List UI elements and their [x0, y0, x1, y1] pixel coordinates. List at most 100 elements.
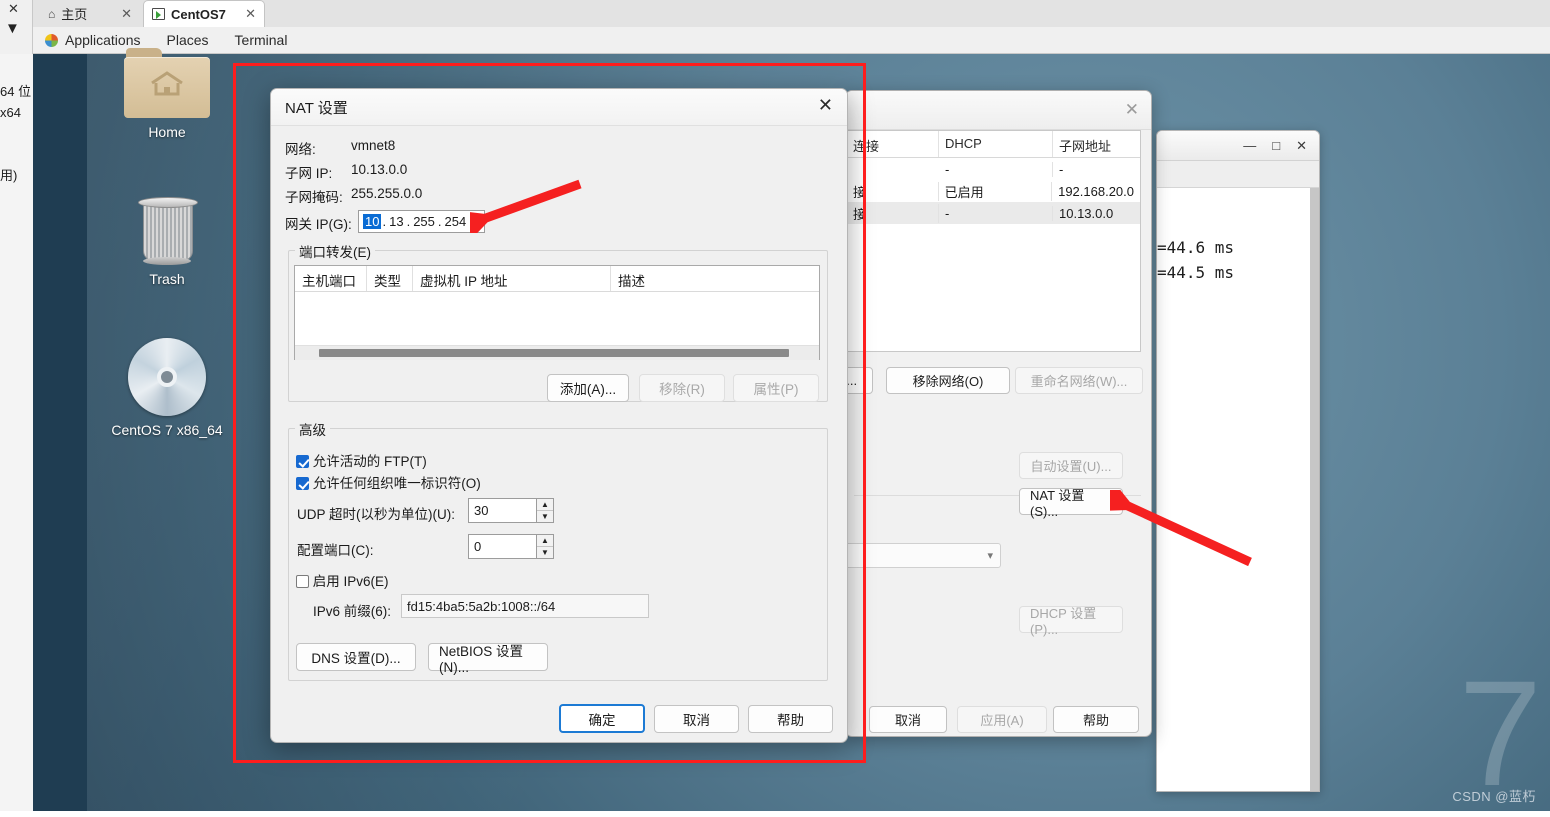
close-icon[interactable]: ✕ — [1125, 100, 1139, 120]
subnet-ip-label: 子网 IP: — [285, 166, 333, 181]
gateway-octet-1[interactable]: 10 — [363, 214, 382, 229]
port-forwarding-properties-button[interactable]: 属性(P) — [733, 374, 819, 402]
left-text-fragment-2: x64 — [0, 105, 21, 120]
port-forwarding-add-button[interactable]: 添加(A)... — [547, 374, 629, 402]
column-header-vm-ip: 虚拟机 IP 地址 — [413, 266, 611, 291]
config-port-input[interactable]: 0 — [468, 534, 536, 559]
table-row[interactable]: 接 已启用 192.168.20.0 — [847, 180, 1140, 202]
dialog-title: NAT 设置 — [285, 100, 348, 117]
chevron-down-icon: ▾ — [987, 550, 993, 562]
vnet-network-table[interactable]: 连接 DHCP 子网地址 - - 接 已启用 192.168.20.0 接 - … — [846, 130, 1141, 352]
minimize-icon[interactable]: — — [1243, 138, 1256, 153]
terminal-output[interactable]: =44.6 ms =44.5 ms — [1157, 188, 1319, 286]
cell-subnet: - — [1059, 161, 1064, 177]
checkbox-checked-icon[interactable] — [296, 477, 309, 490]
nat-help-button[interactable]: 帮助 — [748, 705, 833, 733]
tab-centos7-close-icon[interactable]: ✕ — [245, 6, 256, 22]
subnet-mask-label: 子网掩码: — [285, 190, 343, 205]
vnet-table-header: 连接 DHCP 子网地址 — [847, 131, 1140, 158]
house-glyph — [151, 71, 183, 96]
udp-timeout-spin-buttons[interactable]: ▲ ▼ — [536, 498, 554, 523]
allow-active-ftp-label: 允许活动的 FTP(T) — [312, 454, 427, 469]
spin-down-icon[interactable]: ▼ — [537, 511, 553, 522]
spin-down-icon[interactable]: ▼ — [537, 547, 553, 558]
gateway-ip-input[interactable]: 10 . 13 . 255 . 254 — [358, 210, 485, 233]
desktop-icon-centos-disc[interactable]: CentOS 7 x86_64 — [92, 338, 242, 438]
gateway-octet-2[interactable]: 13 — [387, 214, 405, 229]
cell-subnet: 192.168.20.0 — [1058, 183, 1134, 199]
table-row[interactable]: - - — [847, 158, 1140, 180]
home-folder-icon — [124, 48, 210, 118]
vnet-apply-button[interactable]: 应用(A) — [957, 706, 1047, 733]
terminal-scrollbar[interactable] — [1310, 188, 1319, 791]
udp-timeout-stepper[interactable]: 30 ▲ ▼ — [468, 498, 554, 523]
port-forwarding-hscrollbar[interactable] — [295, 345, 819, 360]
network-label: 网络: — [285, 142, 316, 157]
chevron-down-icon[interactable]: ▼ — [5, 20, 20, 37]
left-text-fragment-1: 64 位 — [0, 84, 32, 99]
menu-applications[interactable]: Applications — [45, 32, 141, 48]
cell-dhcp: 已启用 — [939, 181, 1053, 201]
tab-home-label: 主页 — [61, 7, 88, 22]
allow-active-ftp-checkbox-row[interactable]: 允许活动的 FTP(T) — [296, 450, 427, 470]
gateway-octet-4[interactable]: 254 — [443, 214, 469, 229]
cell-dhcp: - — [939, 161, 1053, 177]
tab-home[interactable]: ⌂ 主页 ✕ — [40, 0, 140, 27]
terminal-toolbar — [1157, 161, 1319, 188]
menu-places[interactable]: Places — [167, 32, 209, 48]
port-forwarding-remove-button[interactable]: 移除(R) — [639, 374, 725, 402]
config-port-spin-buttons[interactable]: ▲ ▼ — [536, 534, 554, 559]
gateway-octet-3[interactable]: 255 — [411, 214, 437, 229]
vnet-remove-network-button[interactable]: 移除网络(O) — [886, 367, 1010, 394]
column-header-host-port: 主机端口 — [295, 266, 367, 291]
netbios-settings-button[interactable]: NetBIOS 设置(N)... — [428, 643, 548, 675]
vnet-dhcp-settings-button[interactable]: DHCP 设置(P)... — [1019, 606, 1123, 637]
vnet-help-button[interactable]: 帮助 — [1053, 706, 1139, 733]
checkbox-unchecked-icon[interactable] — [296, 575, 309, 588]
close-icon[interactable]: ✕ — [8, 1, 19, 17]
vnet-adapter-select[interactable]: ▾ — [846, 543, 1001, 568]
maximize-icon[interactable]: □ — [1272, 138, 1280, 153]
home-icon: ⌂ — [48, 6, 56, 21]
vnet-nat-settings-button[interactable]: NAT 设置(S)... — [1019, 488, 1123, 519]
advanced-group-label: 高级 — [295, 419, 330, 439]
checkbox-checked-icon[interactable] — [296, 455, 309, 468]
terminal-line: =44.6 ms — [1157, 238, 1235, 257]
desktop-icon-home-label: Home — [148, 124, 186, 140]
menu-terminal[interactable]: Terminal — [235, 32, 288, 48]
column-header-description: 描述 — [618, 274, 645, 289]
desktop-icon-home[interactable]: Home — [92, 48, 242, 140]
tab-centos7-label: CentOS7 — [171, 6, 226, 22]
gateway-ip-label: 网关 IP(G): — [285, 217, 352, 232]
nat-titlebar: NAT 设置 ✕ — [271, 89, 847, 126]
tab-centos7[interactable]: CentOS7 ✕ — [143, 0, 265, 27]
vnet-rename-network-button[interactable]: 重命名网络(W)... — [1015, 367, 1143, 394]
subnet-ip-value: 10.13.0.0 — [351, 162, 408, 177]
spin-up-icon[interactable]: ▲ — [537, 499, 553, 511]
close-icon[interactable]: ✕ — [818, 95, 833, 116]
vm-play-icon — [152, 8, 165, 20]
vnet-cancel-button[interactable]: 取消 — [869, 706, 947, 733]
column-header-connection: 连接 — [847, 131, 939, 157]
udp-timeout-input[interactable]: 30 — [468, 498, 536, 523]
desktop-icon-trash[interactable]: Trash — [92, 195, 242, 287]
vnet-auto-settings-button[interactable]: 自动设置(U)... — [1019, 452, 1123, 479]
config-port-stepper[interactable]: 0 ▲ ▼ — [468, 534, 554, 559]
vnet-titlebar: ✕ — [846, 91, 1151, 130]
allow-any-oui-checkbox-row[interactable]: 允许任何组织唯一标识符(O) — [296, 472, 481, 492]
column-header-type: 类型 — [367, 266, 413, 291]
enable-ipv6-checkbox-row[interactable]: 启用 IPv6(E) — [296, 570, 389, 590]
csdn-watermark: CSDN @蓝朽 — [1452, 789, 1536, 804]
ok-button[interactable]: 确定 — [559, 704, 645, 733]
tab-home-close-icon[interactable]: ✕ — [121, 6, 132, 22]
enable-ipv6-label: 启用 IPv6(E) — [312, 574, 389, 589]
terminal-line: =44.5 ms — [1157, 262, 1235, 282]
dns-settings-button[interactable]: DNS 设置(D)... — [296, 643, 416, 671]
table-row[interactable]: 接 - 10.13.0.0 — [847, 202, 1140, 224]
close-icon[interactable]: ✕ — [1296, 138, 1307, 154]
ipv6-prefix-input[interactable]: fd15:4ba5:5a2b:1008::/64 — [401, 594, 649, 618]
cd-disc-icon — [128, 338, 206, 416]
spin-up-icon[interactable]: ▲ — [537, 535, 553, 547]
scrollbar-thumb[interactable] — [319, 349, 789, 357]
nat-cancel-button[interactable]: 取消 — [654, 705, 739, 733]
